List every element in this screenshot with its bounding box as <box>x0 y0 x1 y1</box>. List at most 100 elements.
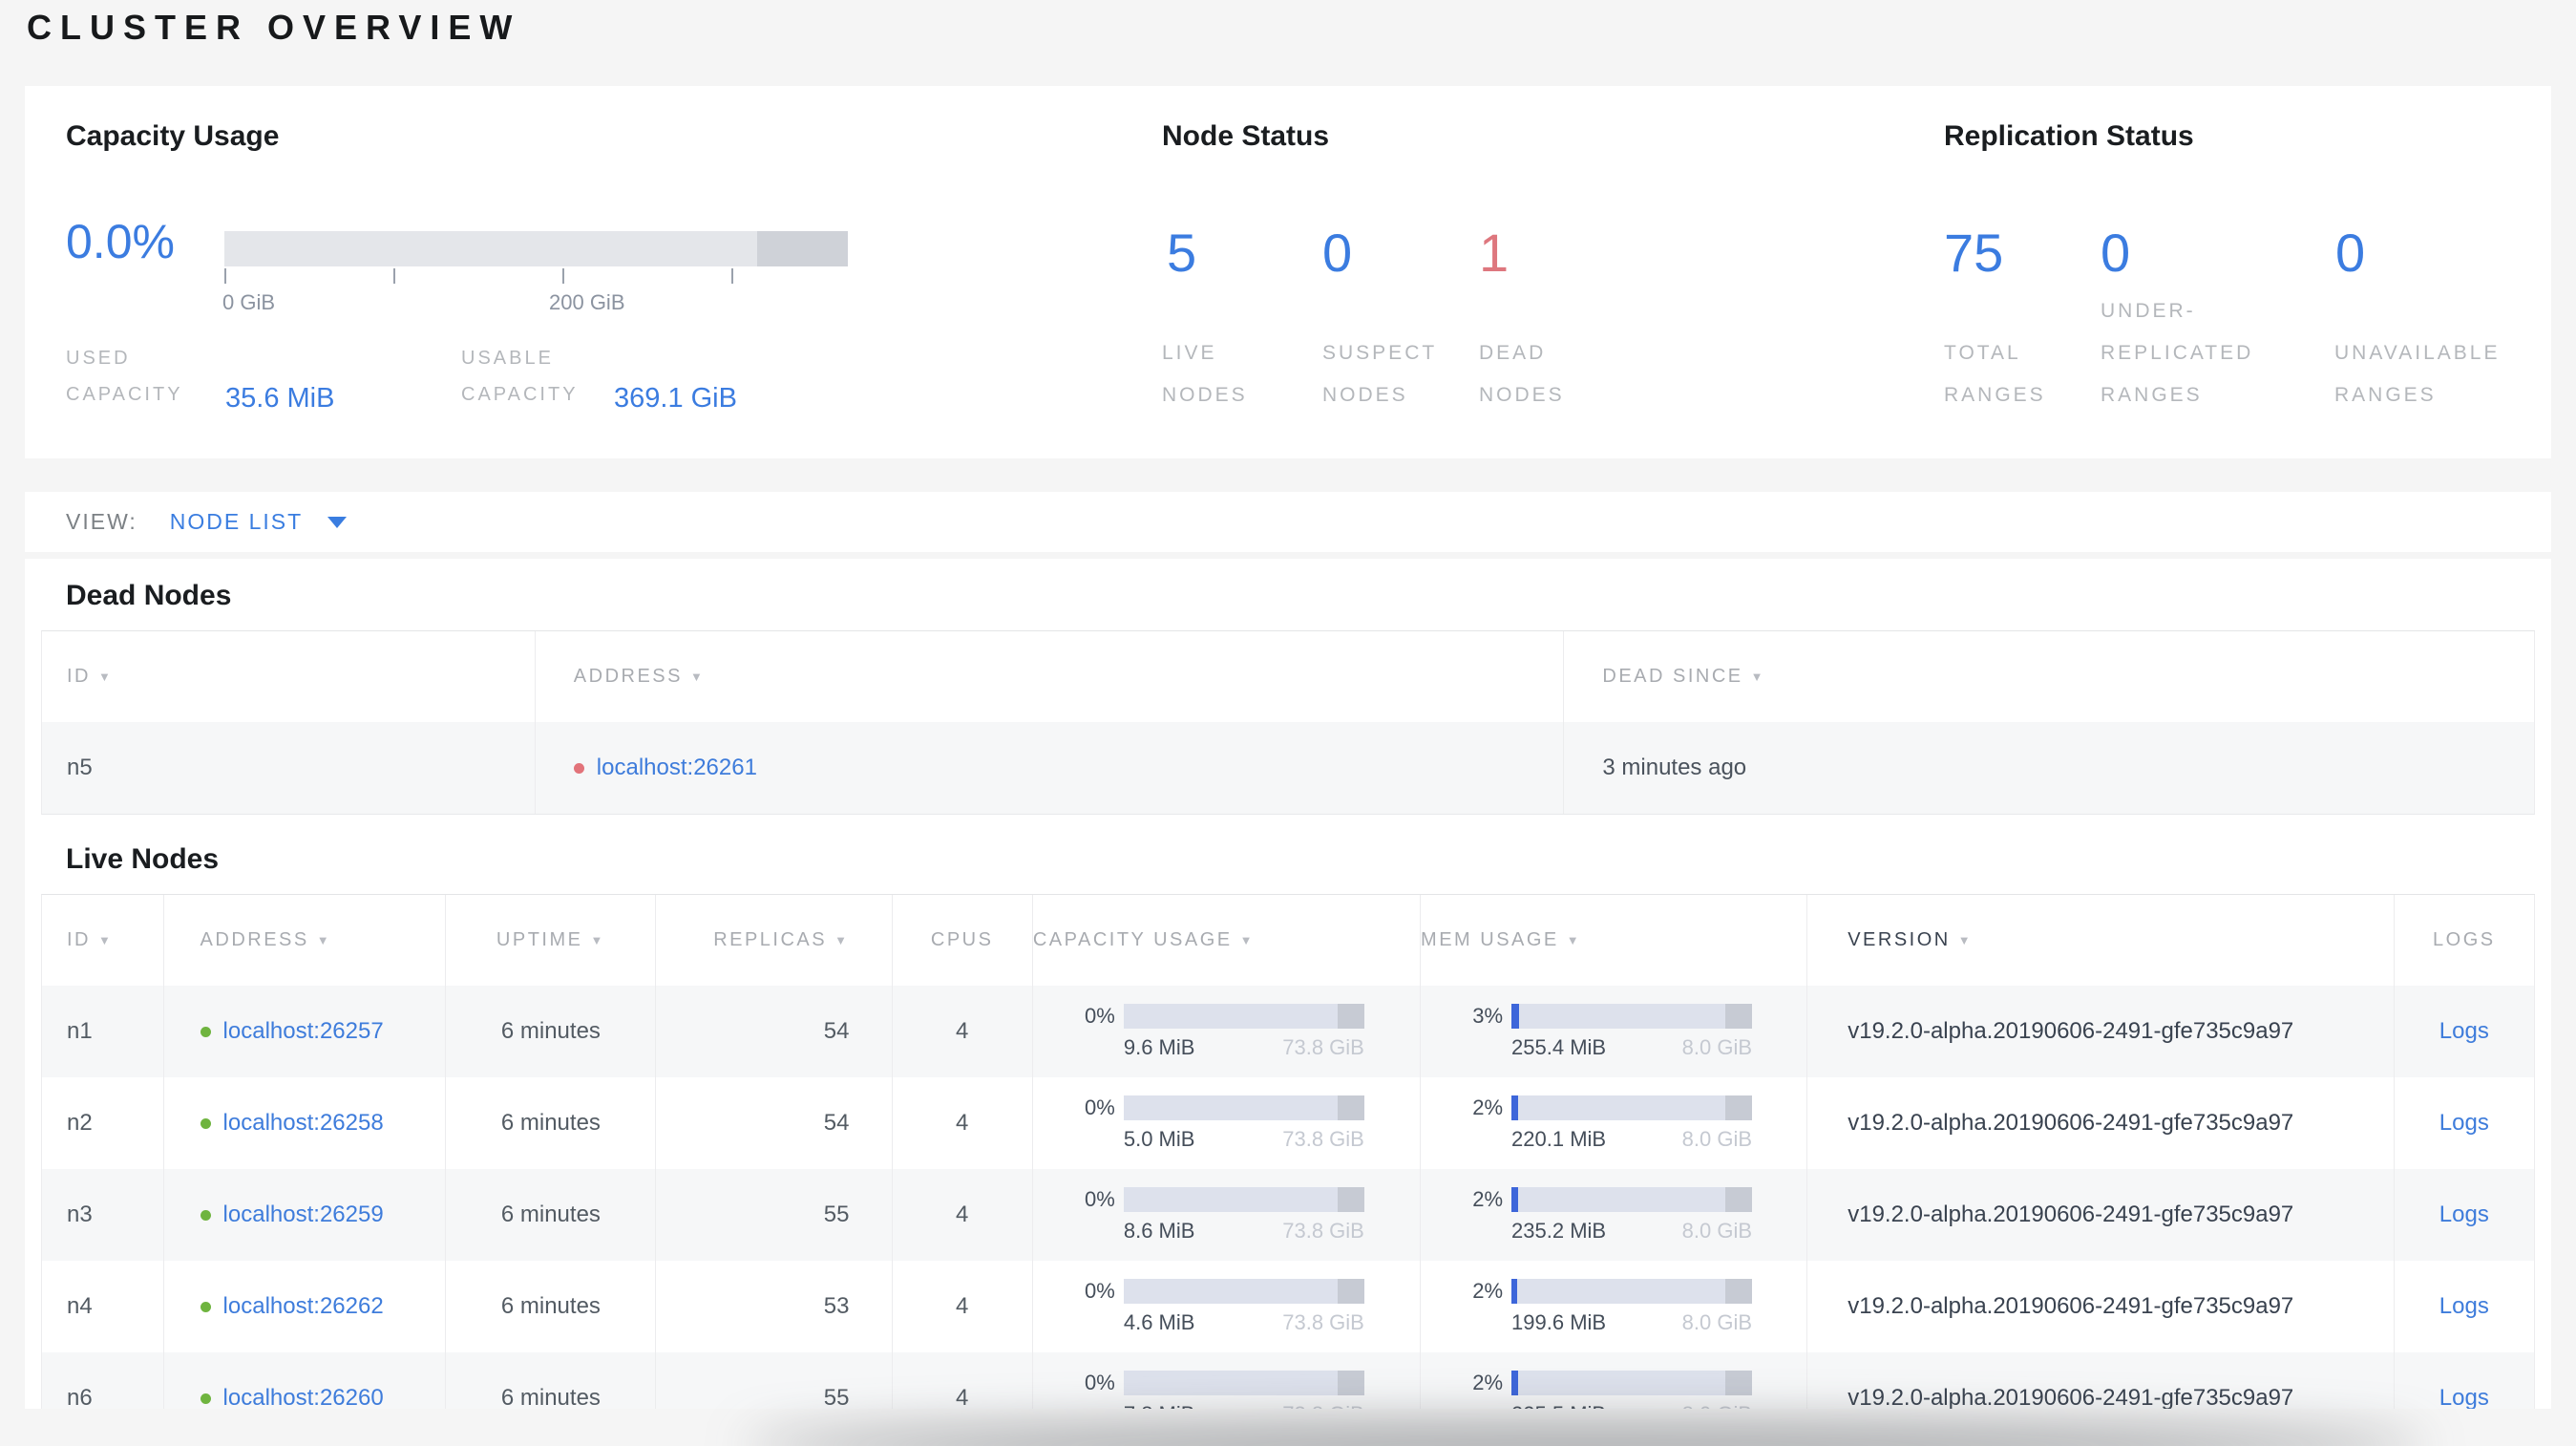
usage-total-value: 8.0 GiB <box>1681 1218 1753 1243</box>
table-row: n3 localhost:26259 6 minutes 55 4 0% 8.6… <box>42 1169 2535 1261</box>
node-address-cell: localhost:26258 <box>164 1077 447 1169</box>
node-address-link[interactable]: localhost:26261 <box>597 755 757 781</box>
dead-nodes-count: 1 <box>1479 223 1510 283</box>
usage-percent: 2% <box>1472 1370 1504 1394</box>
gauge-tick <box>562 268 564 284</box>
cpus-cell: 4 <box>893 1169 1033 1261</box>
logs-link[interactable]: Logs <box>2439 1201 2489 1228</box>
column-header-label: ID <box>67 929 91 950</box>
usage-bar <box>1123 1186 1364 1212</box>
logs-link[interactable]: Logs <box>2439 1110 2489 1137</box>
usage-bar-reserved-segment <box>1725 1370 1753 1395</box>
logs-link[interactable]: Logs <box>2439 1018 2489 1045</box>
usage-bar-reserved-segment <box>1725 1278 1753 1304</box>
logs-cell: Logs <box>2395 1169 2535 1261</box>
usable-capacity-value: 369.1 GiB <box>614 383 737 414</box>
column-header-label: REPLICAS <box>713 929 828 950</box>
usage-used-value: 220.1 MiB <box>1511 1126 1607 1151</box>
column-header-uptime[interactable]: UPTIME <box>446 895 657 986</box>
usage-bar-reserved-segment <box>1725 1003 1753 1029</box>
uptime-cell: 6 minutes <box>446 1169 657 1261</box>
usage-bar-reserved-segment <box>1337 1186 1364 1212</box>
usage-bar <box>1511 1095 1753 1120</box>
table-row: n6 localhost:26260 6 minutes 55 4 0% 7.8… <box>42 1352 2535 1409</box>
column-header-label: CPUS <box>930 929 994 950</box>
view-selector-dropdown[interactable]: NODE LIST <box>169 509 348 535</box>
logs-link[interactable]: Logs <box>2439 1385 2489 1409</box>
usage-used-value: 225.5 MiB <box>1511 1402 1606 1410</box>
mem-usage-cell: 3% 255.4 MiB 8.0 GiB <box>1421 986 1808 1077</box>
live-nodes-table-header: ID ADDRESS UPTIME REPLICAS CPUS CAPACITY USAG… <box>42 895 2535 986</box>
column-header-logs: LOGS <box>2395 895 2535 986</box>
usage-bar <box>1511 1003 1753 1029</box>
column-header-id[interactable]: ID <box>42 895 164 986</box>
replicas-cell: 54 <box>656 1077 893 1169</box>
dead-nodes-table: ID ADDRESS DEAD SINCE n5 localhost:26261 3… <box>41 630 2535 815</box>
column-header-id[interactable]: ID <box>42 631 536 722</box>
version-cell: v19.2.0-alpha.20190606-2491-gfe735c9a97 <box>1807 1077 2395 1169</box>
usage-percent: 3% <box>1472 1003 1504 1028</box>
replication-status-title: Replication Status <box>1944 120 2194 152</box>
usage-used-value: 7.8 MiB <box>1124 1402 1195 1410</box>
node-id: n6 <box>42 1352 164 1409</box>
usage-bar <box>1511 1370 1753 1395</box>
column-header-version[interactable]: VERSION <box>1807 895 2395 986</box>
column-header-mem-usage[interactable]: MEM USAGE <box>1421 895 1808 986</box>
column-header-address[interactable]: ADDRESS <box>536 631 1565 722</box>
column-header-address[interactable]: ADDRESS <box>164 895 447 986</box>
sort-arrow-icon <box>590 933 604 947</box>
node-address-link[interactable]: localhost:26260 <box>223 1385 384 1409</box>
usage-total-value: 8.0 GiB <box>1681 1126 1753 1151</box>
usage-used-value: 235.2 MiB <box>1511 1218 1607 1243</box>
column-header-label: LOGS <box>2433 929 2496 950</box>
table-row: n2 localhost:26258 6 minutes 54 4 0% 5.0… <box>42 1077 2535 1169</box>
logs-link[interactable]: Logs <box>2439 1293 2489 1320</box>
uptime-cell: 6 minutes <box>446 1261 657 1352</box>
usage-bar <box>1511 1278 1753 1304</box>
usage-percent: 0% <box>1085 1186 1115 1211</box>
column-header-cpus: CPUS <box>893 895 1033 986</box>
sort-arrow-icon <box>1751 670 1765 684</box>
usage-total-value: 73.8 GiB <box>1282 1126 1364 1151</box>
table-row: n4 localhost:26262 6 minutes 53 4 0% 4.6… <box>42 1261 2535 1352</box>
node-id: n3 <box>42 1169 164 1261</box>
version-cell: v19.2.0-alpha.20190606-2491-gfe735c9a97 <box>1807 1352 2395 1409</box>
mem-usage-cell: 2% 225.5 MiB 8.0 GiB <box>1421 1352 1808 1410</box>
column-header-label: ADDRESS <box>200 929 309 950</box>
capacity-usage-cell: 0% 4.6 MiB 73.8 GiB <box>1033 1261 1422 1352</box>
node-address-cell: localhost:26257 <box>164 986 447 1077</box>
column-header-dead-since[interactable]: DEAD SINCE <box>1564 631 2535 722</box>
usage-bar-fill <box>1511 1278 1518 1304</box>
column-header-replicas[interactable]: REPLICAS <box>656 895 893 986</box>
sort-arrow-icon <box>1958 933 1973 947</box>
uptime-cell: 6 minutes <box>446 986 657 1077</box>
total-ranges-count: 75 <box>1944 223 2004 283</box>
nodes-tables-card: Dead Nodes ID ADDRESS DEAD SINCE n5 localh… <box>25 559 2551 1409</box>
page-title: CLUSTER OVERVIEW <box>27 8 521 47</box>
column-header-label: CAPACITY USAGE <box>1032 929 1233 950</box>
replicas-cell: 54 <box>656 986 893 1077</box>
cpus-cell: 4 <box>893 1261 1033 1352</box>
node-address-cell: localhost:26262 <box>164 1261 447 1352</box>
replicas-cell: 55 <box>656 1352 893 1409</box>
usage-percent: 0% <box>1085 1278 1115 1303</box>
usage-percent: 2% <box>1472 1278 1504 1303</box>
sort-arrow-icon <box>98 933 113 947</box>
live-status-dot <box>200 1117 211 1129</box>
view-selected-value: NODE LIST <box>169 509 304 534</box>
column-header-capacity-usage[interactable]: CAPACITY USAGE <box>1032 895 1422 986</box>
node-address-link[interactable]: localhost:26262 <box>223 1293 384 1320</box>
cluster-overview-page: CLUSTER OVERVIEW Capacity Usage Node Sta… <box>0 0 2576 1446</box>
node-address-link[interactable]: localhost:26257 <box>223 1018 384 1045</box>
replicas-cell: 53 <box>656 1261 893 1352</box>
column-header-label: ID <box>67 666 91 687</box>
node-address-link[interactable]: localhost:26259 <box>223 1201 384 1228</box>
node-address-cell: localhost:26259 <box>164 1169 447 1261</box>
suspect-nodes-label: SUSPECT NODES <box>1322 342 1437 406</box>
column-header-label: VERSION <box>1848 929 1951 950</box>
dead-nodes-label: DEAD NODES <box>1479 342 1565 406</box>
cpus-cell: 4 <box>893 986 1033 1077</box>
node-address-link[interactable]: localhost:26258 <box>223 1110 384 1137</box>
node-id: n4 <box>42 1261 164 1352</box>
usage-total-value: 8.0 GiB <box>1681 1309 1753 1334</box>
